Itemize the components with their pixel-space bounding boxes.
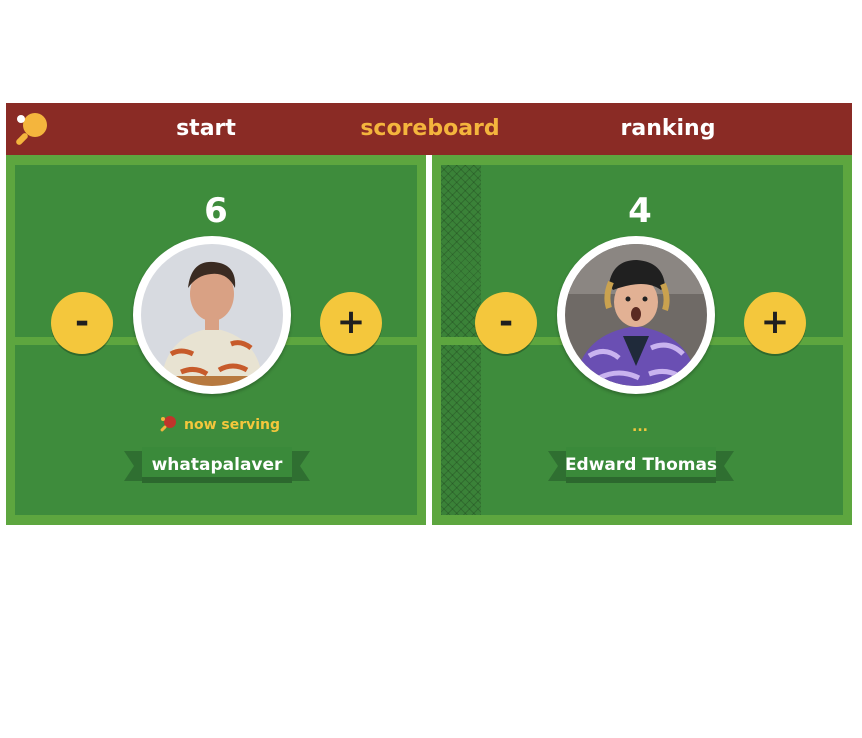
player-one-name: whatapalaver [151, 455, 283, 475]
serving-indicator: now serving [160, 415, 290, 435]
ping-pong-paddle-icon [160, 416, 177, 433]
player-one-increment-button[interactable]: + [320, 292, 382, 354]
player-two-score: 4 [628, 191, 652, 231]
nav-ranking[interactable]: ranking [606, 103, 730, 155]
player-one-decrement-button[interactable]: - [51, 292, 113, 354]
player-two-decrement-button[interactable]: - [475, 292, 537, 354]
player-one-score: 6 [204, 191, 228, 231]
player-two-increment-button[interactable]: + [744, 292, 806, 354]
scoreboard-app: start scoreboard ranking 6 - + now servi… [6, 103, 852, 525]
player-two-photo [565, 244, 707, 386]
serving-status: now serving [184, 417, 281, 433]
player-two-avatar [557, 236, 715, 394]
player-one-name-banner: whatapalaver [124, 447, 310, 485]
ping-pong-paddle-icon[interactable] [15, 112, 49, 146]
top-navigation-bar: start scoreboard ranking [6, 103, 852, 155]
nav-scoreboard[interactable]: scoreboard [351, 103, 509, 155]
nav-start[interactable]: start [156, 103, 256, 155]
player-one-avatar [133, 236, 291, 394]
player-two-name-banner: Edward Thomas [548, 447, 734, 485]
player-two-status: ... [632, 419, 648, 435]
player-one-photo [141, 244, 283, 386]
player-two-name: Edward Thomas [564, 455, 718, 475]
